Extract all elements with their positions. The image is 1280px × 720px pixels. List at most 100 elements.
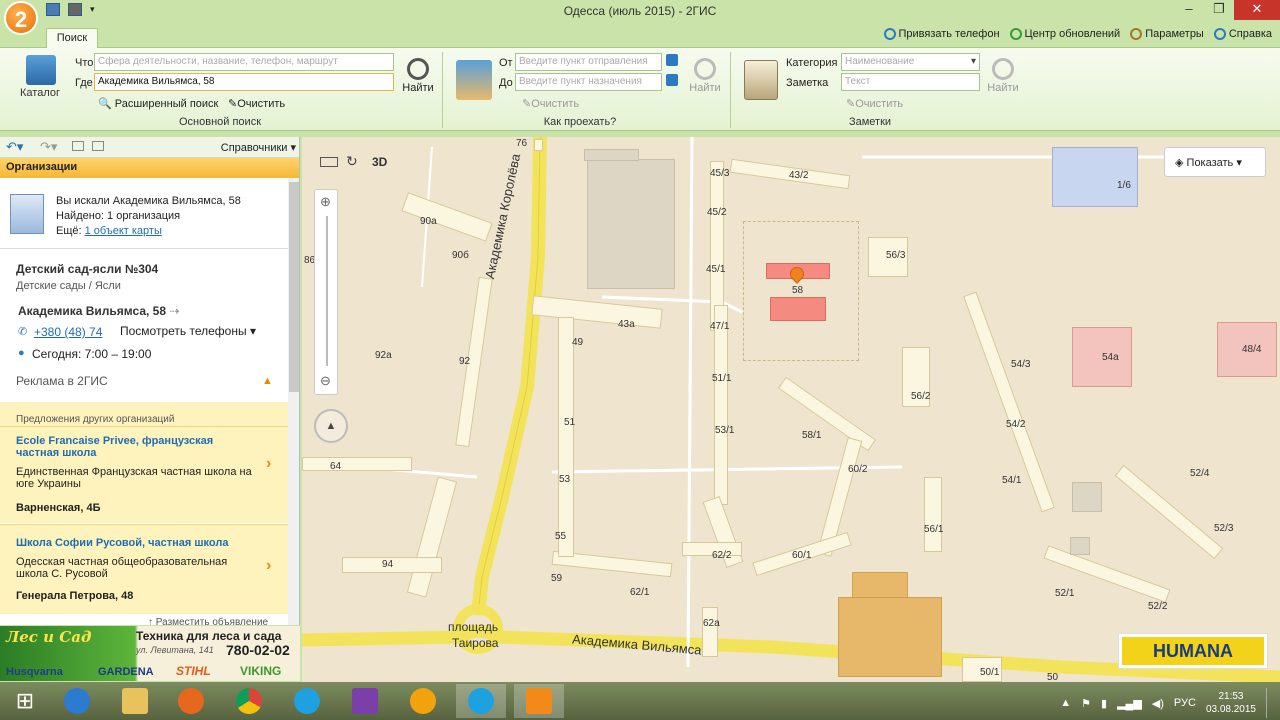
layout-icon[interactable] [72,141,84,151]
notes-group-label: Заметки [848,116,892,128]
zoom-in-icon[interactable]: ⊕ [320,194,331,210]
what-input[interactable]: Сфера деятельности, название, телефон, м… [94,53,394,71]
zoom-slider[interactable]: ⊕ ⊖ [314,189,338,395]
building-number: 43а [618,319,635,330]
building-number: 54/1 [1002,475,1022,486]
from-input[interactable]: Введите пункт отправления [515,53,662,71]
print-list-icon[interactable] [92,141,104,151]
note-input[interactable]: Текст [841,73,980,91]
building[interactable] [702,607,718,657]
minimize-button[interactable]: – [1174,0,1204,20]
target-building[interactable] [770,297,826,321]
org-phone[interactable]: +380 (48) 74 [34,325,102,339]
category-select[interactable]: Наименование ▾ [841,53,980,71]
network-icon[interactable]: ▂▄▆ [1117,697,1142,710]
taskbar-app[interactable] [224,684,274,718]
taskbar-app[interactable] [340,684,390,718]
map-view[interactable]: 76 45/3 43/2 45/2 1/6 56/3 45/1 58 90а 9… [302,137,1280,682]
taskbar-app[interactable] [166,684,216,718]
taskbar-app[interactable] [398,684,448,718]
zoom-track[interactable] [326,216,328,366]
map-ad[interactable]: HUMANA [1118,633,1268,669]
building[interactable] [1070,537,1090,555]
ad-banner[interactable]: Лес и Сад Техника для леса и сада ул. Ле… [0,626,300,681]
language-indicator[interactable]: РУС [1174,697,1196,709]
chevron-right-icon[interactable]: › [266,455,271,473]
offer-address: Варненская, 4Б [16,502,101,514]
scrollbar-thumb[interactable] [289,182,299,392]
start-button[interactable]: ⊞ [0,684,50,718]
layers-icon: ◈ [1175,157,1184,169]
building-number: 55 [555,531,567,542]
offer-title[interactable]: Ecole Francaise Privee, французская част… [16,435,236,459]
taskbar-app[interactable] [514,684,564,718]
building[interactable] [587,159,675,289]
battery-icon[interactable]: ▮ [1101,697,1107,710]
catalog-button[interactable]: Каталог [20,55,60,99]
chevron-right-icon[interactable]: › [266,557,271,575]
back-icon[interactable]: ↶▾ [6,139,23,155]
taskbar-app[interactable] [52,684,102,718]
building[interactable] [534,139,543,151]
show-phones-button[interactable]: Посмотреть телефоны ▾ [120,324,256,338]
find-button[interactable]: Найти [400,58,436,94]
find-notes-button[interactable]: Найти [985,58,1021,94]
link-parameters[interactable]: Параметры [1130,28,1204,40]
forward-icon[interactable]: ↷▾ [40,139,57,155]
building-number: 1/6 [1117,180,1131,191]
pick-to-icon[interactable] [666,74,678,86]
org-address[interactable]: Академика Вильямса, 58 ⇢ [18,304,179,318]
advanced-search-link[interactable]: 🔍 Расширенный поиск [98,97,218,110]
3d-button[interactable]: 3D [372,155,387,169]
zoom-out-icon[interactable]: ⊖ [320,373,331,389]
link-bind-phone[interactable]: Привязать телефон [883,28,1000,40]
flag-icon[interactable]: ⚑ [1081,697,1091,710]
building[interactable] [714,305,728,505]
taskbar-app[interactable] [282,684,332,718]
pick-from-icon[interactable] [666,54,678,66]
building[interactable] [302,457,412,471]
org-name[interactable]: Детский сад-ясли №304 [16,262,158,276]
clear-route-link[interactable]: ✎Очистить [522,97,579,110]
map-objects-link[interactable]: 1 объект карты [85,225,162,237]
ad-label[interactable]: Реклама в 2ГИС [16,374,108,388]
building[interactable] [584,149,639,161]
rotate-icon[interactable]: ↻ [346,153,358,170]
where-input[interactable]: Академика Вильямса, 58 [94,73,394,91]
system-tray: ▲ ⚑ ▮ ▂▄▆ ◀) РУС 21:53 03.08.2015 [1060,688,1272,718]
show-desktop-button[interactable] [1266,688,1272,718]
maximize-button[interactable]: ❐ [1204,0,1234,20]
skype-icon [468,688,494,714]
link-help[interactable]: Справка [1213,28,1272,40]
compass-icon[interactable]: ▲ [314,409,348,443]
close-button[interactable]: ✕ [1234,0,1280,20]
volume-icon[interactable]: ◀) [1152,697,1164,710]
building[interactable] [838,597,942,677]
building-number: 94 [382,559,394,570]
building[interactable] [1072,482,1102,512]
school-building[interactable] [1052,147,1138,207]
refresh-icon [1009,28,1022,40]
taskbar-app[interactable] [110,684,160,718]
link-update-center[interactable]: Центр обновлений [1009,28,1120,40]
building[interactable] [924,477,942,552]
clear-search-link[interactable]: ✎Очистить [228,97,285,110]
building-number: 76 [516,138,528,149]
place-ad-link[interactable]: ↑ Разместить объявление [148,617,268,625]
show-layers-button[interactable]: ◈ Показать ▾ [1164,147,1266,177]
building[interactable] [558,317,574,557]
offer-title[interactable]: Школа Софии Русовой, частная школа [16,537,256,549]
directories-menu[interactable]: Справочники ▾ [221,141,296,154]
find-route-button[interactable]: Найти [687,58,723,94]
clock[interactable]: 21:53 03.08.2015 [1206,690,1256,716]
offer-card[interactable]: Школа Софии Русовой, частная школа Одесс… [0,524,288,614]
taskbar-app[interactable] [456,684,506,718]
show-hidden-icons[interactable]: ▲ [1060,697,1071,709]
ruler-icon[interactable] [320,157,338,167]
clear-notes-link[interactable]: ✎Очистить [846,97,903,110]
to-input[interactable]: Введите пункт назначения [515,73,662,91]
app-logo-icon[interactable]: 2 [4,1,38,35]
tab-search[interactable]: Поиск [46,28,98,48]
warning-icon[interactable]: ▲ [262,375,273,387]
offer-card[interactable]: Ecole Francaise Privee, французская част… [0,426,288,523]
